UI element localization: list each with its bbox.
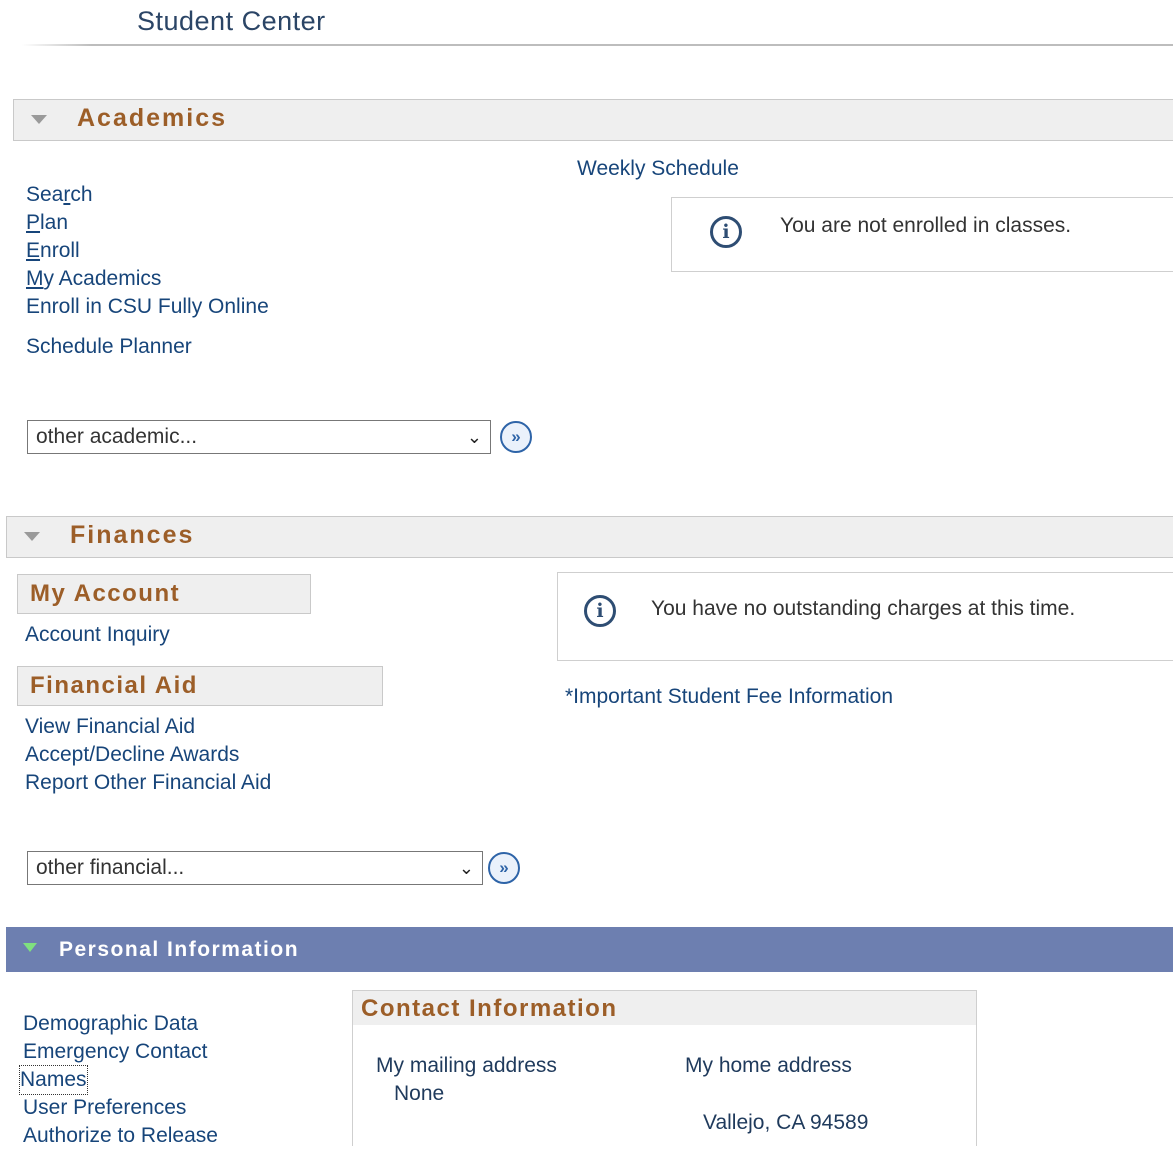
other-financial-select-value: other financial...: [36, 856, 185, 879]
contact-information-panel: Contact Information My mailing address N…: [352, 990, 977, 1146]
demographic-data-link[interactable]: Demographic Data: [23, 1010, 198, 1038]
chevron-down-icon: ⌄: [458, 858, 474, 878]
finances-header-label: Finances: [70, 521, 195, 549]
personal-info-header[interactable]: Personal Information: [6, 927, 1173, 972]
my-academics-link[interactable]: My Academics: [26, 265, 161, 293]
charges-notice-text: You have no outstanding charges at this …: [651, 597, 1076, 620]
financial-aid-header: Financial Aid: [17, 666, 383, 706]
collapse-triangle-icon[interactable]: [31, 115, 47, 124]
enrollment-notice-text: You are not enrolled in classes.: [780, 214, 1072, 237]
emergency-contact-link[interactable]: Emergency Contact: [23, 1038, 207, 1066]
academics-header-label: Academics: [77, 104, 228, 132]
report-other-aid-link[interactable]: Report Other Financial Aid: [25, 769, 271, 797]
finances-header[interactable]: Finances: [6, 516, 1173, 558]
other-academic-select-value: other academic...: [36, 425, 198, 448]
title-divider: [22, 44, 1173, 46]
personal-info-header-label: Personal Information: [59, 938, 300, 961]
mailing-address-value: None: [394, 1082, 445, 1105]
charges-notice: i You have no outstanding charges at thi…: [557, 572, 1173, 661]
user-preferences-link[interactable]: User Preferences: [23, 1094, 186, 1122]
collapse-triangle-icon[interactable]: [23, 943, 37, 952]
accept-decline-awards-link[interactable]: Accept/Decline Awards: [25, 741, 239, 769]
mailing-address-label: My mailing address: [376, 1054, 557, 1077]
academic-go-button[interactable]: »: [500, 421, 532, 453]
names-link[interactable]: Names: [19, 1065, 88, 1095]
contact-information-header: Contact Information: [353, 991, 976, 1025]
enroll-csu-online-link[interactable]: Enroll in CSU Fully Online: [26, 293, 269, 321]
page-title: Student Center: [137, 6, 326, 36]
plan-link[interactable]: Plan: [26, 209, 68, 237]
weekly-schedule-link[interactable]: Weekly Schedule: [577, 155, 739, 183]
collapse-triangle-icon[interactable]: [24, 532, 40, 541]
search-link[interactable]: Search: [26, 181, 93, 209]
my-account-header: My Account: [17, 574, 311, 614]
view-financial-aid-link[interactable]: View Financial Aid: [25, 713, 195, 741]
schedule-planner-link[interactable]: Schedule Planner: [26, 333, 192, 361]
other-academic-select[interactable]: other academic... ⌄: [27, 420, 491, 454]
chevron-down-icon: ⌄: [466, 427, 482, 447]
enrollment-notice: i You are not enrolled in classes.: [671, 197, 1173, 272]
financial-go-button[interactable]: »: [488, 852, 520, 884]
info-icon: i: [584, 595, 616, 627]
enroll-link[interactable]: Enroll: [26, 237, 80, 265]
info-icon: i: [710, 216, 742, 248]
account-inquiry-link[interactable]: Account Inquiry: [25, 621, 170, 649]
student-fee-info-link[interactable]: *Important Student Fee Information: [565, 683, 893, 711]
other-financial-select[interactable]: other financial... ⌄: [27, 851, 483, 885]
academics-header[interactable]: Academics: [13, 99, 1173, 141]
home-address-value: Vallejo, CA 94589: [703, 1111, 869, 1134]
home-address-label: My home address: [685, 1054, 852, 1077]
